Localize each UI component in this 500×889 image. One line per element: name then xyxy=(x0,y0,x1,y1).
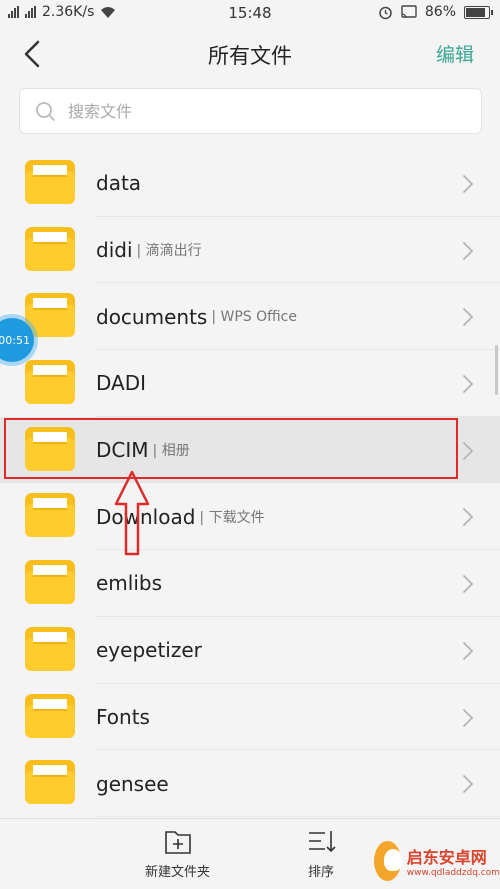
file-name: emlibs xyxy=(96,571,163,596)
file-row-data[interactable]: data xyxy=(0,150,500,217)
file-app-label: | 滴滴出行 xyxy=(136,243,202,260)
file-row-download[interactable]: Download | 下载文件 xyxy=(0,483,500,551)
chevron-right-icon xyxy=(463,575,474,594)
file-row-fonts[interactable]: Fonts xyxy=(0,684,500,751)
file-app-label: | 相册 xyxy=(152,443,190,460)
chevron-right-icon xyxy=(463,375,474,393)
chevron-right-icon xyxy=(463,508,474,527)
file-row-didi[interactable]: didi | 滴滴出行 xyxy=(0,217,500,284)
file-row-emlibs[interactable]: emlibs xyxy=(0,550,500,617)
file-list: data didi | 滴滴出行 documents | WPS Office xyxy=(0,150,500,817)
file-row-text: gensee xyxy=(96,750,173,817)
file-row-text: DADI xyxy=(96,350,150,417)
chevron-right-icon xyxy=(463,241,474,260)
file-row-text: Download | 下载文件 xyxy=(96,483,265,550)
cast-icon xyxy=(401,5,417,19)
chevron-right-icon xyxy=(463,441,474,460)
file-row-dcim[interactable]: DCIM | 相册 xyxy=(0,416,500,484)
sort-icon xyxy=(309,831,336,853)
scrollbar[interactable] xyxy=(495,345,498,395)
file-row-documents[interactable]: documents | WPS Office xyxy=(0,283,500,351)
nav-bar: 所有文件 编辑 xyxy=(0,26,500,82)
folder-icon xyxy=(25,626,75,671)
file-name: didi xyxy=(96,238,133,263)
chevron-right-icon xyxy=(463,775,474,794)
watermark-url: www.qdladdzdq.com xyxy=(406,867,500,878)
file-row-text: didi | 滴滴出行 xyxy=(96,217,202,284)
edit-button[interactable]: 编辑 xyxy=(436,40,474,67)
file-row-text: eyepetizer xyxy=(96,617,206,684)
folder-icon xyxy=(25,360,75,405)
folder-icon xyxy=(25,160,75,204)
file-name: gensee xyxy=(96,771,169,796)
folder-icon xyxy=(25,760,75,805)
alarm-icon xyxy=(379,6,392,19)
watermark-title: 启东安卓网 xyxy=(406,847,487,867)
new-folder-label: 新建文件夹 xyxy=(145,865,211,880)
chevron-right-icon xyxy=(463,308,474,327)
sort-button[interactable]: 排序 xyxy=(305,827,337,880)
page-title: 所有文件 xyxy=(208,44,292,68)
new-folder-icon xyxy=(164,831,191,854)
file-app-label: | 下载文件 xyxy=(199,509,265,526)
folder-icon xyxy=(25,226,75,271)
battery-icon xyxy=(464,5,493,19)
file-row-text: data xyxy=(96,150,145,217)
file-row-eyepetizer[interactable]: eyepetizer xyxy=(0,617,500,684)
search-icon xyxy=(36,102,55,121)
folder-icon xyxy=(25,693,75,738)
search-box[interactable] xyxy=(19,88,482,134)
file-name: data xyxy=(96,171,142,196)
folder-icon xyxy=(25,560,75,605)
file-row-text: documents | WPS Office xyxy=(96,283,297,350)
battery-fill xyxy=(466,7,485,17)
file-name: eyepetizer xyxy=(96,638,202,663)
file-name: Download xyxy=(96,504,196,529)
file-name: Fonts xyxy=(96,704,150,729)
folder-icon xyxy=(25,426,75,471)
chevron-right-icon xyxy=(463,708,474,727)
file-name: DADI xyxy=(96,371,147,396)
battery-percent: 86% xyxy=(424,4,456,20)
new-folder-button[interactable]: 新建文件夹 xyxy=(145,827,210,880)
file-app-label: | WPS Office xyxy=(211,308,297,325)
file-name: DCIM xyxy=(96,438,149,463)
file-row-text: Fonts xyxy=(96,684,154,751)
status-right: 86% xyxy=(378,4,493,20)
chevron-right-icon xyxy=(463,641,474,660)
status-bar: 2.36K/s 15:48 86% xyxy=(0,0,500,26)
row-divider xyxy=(96,815,500,817)
watermark-logo-icon xyxy=(374,840,402,881)
watermark-text: 启东安卓网 www.qdladdzdq.com xyxy=(407,844,500,878)
file-name: documents xyxy=(96,304,208,329)
file-row-text: DCIM | 相册 xyxy=(96,417,190,484)
file-row-text: emlibs xyxy=(96,550,166,617)
file-row-dadi[interactable]: DADI xyxy=(0,350,500,417)
watermark: 启东安卓网 www.qdladdzdq.com xyxy=(370,832,500,889)
search-input[interactable] xyxy=(68,101,428,121)
folder-icon xyxy=(25,493,75,538)
sort-label: 排序 xyxy=(307,865,334,880)
file-row-gensee[interactable]: gensee xyxy=(0,750,500,817)
chevron-right-icon xyxy=(463,175,474,193)
